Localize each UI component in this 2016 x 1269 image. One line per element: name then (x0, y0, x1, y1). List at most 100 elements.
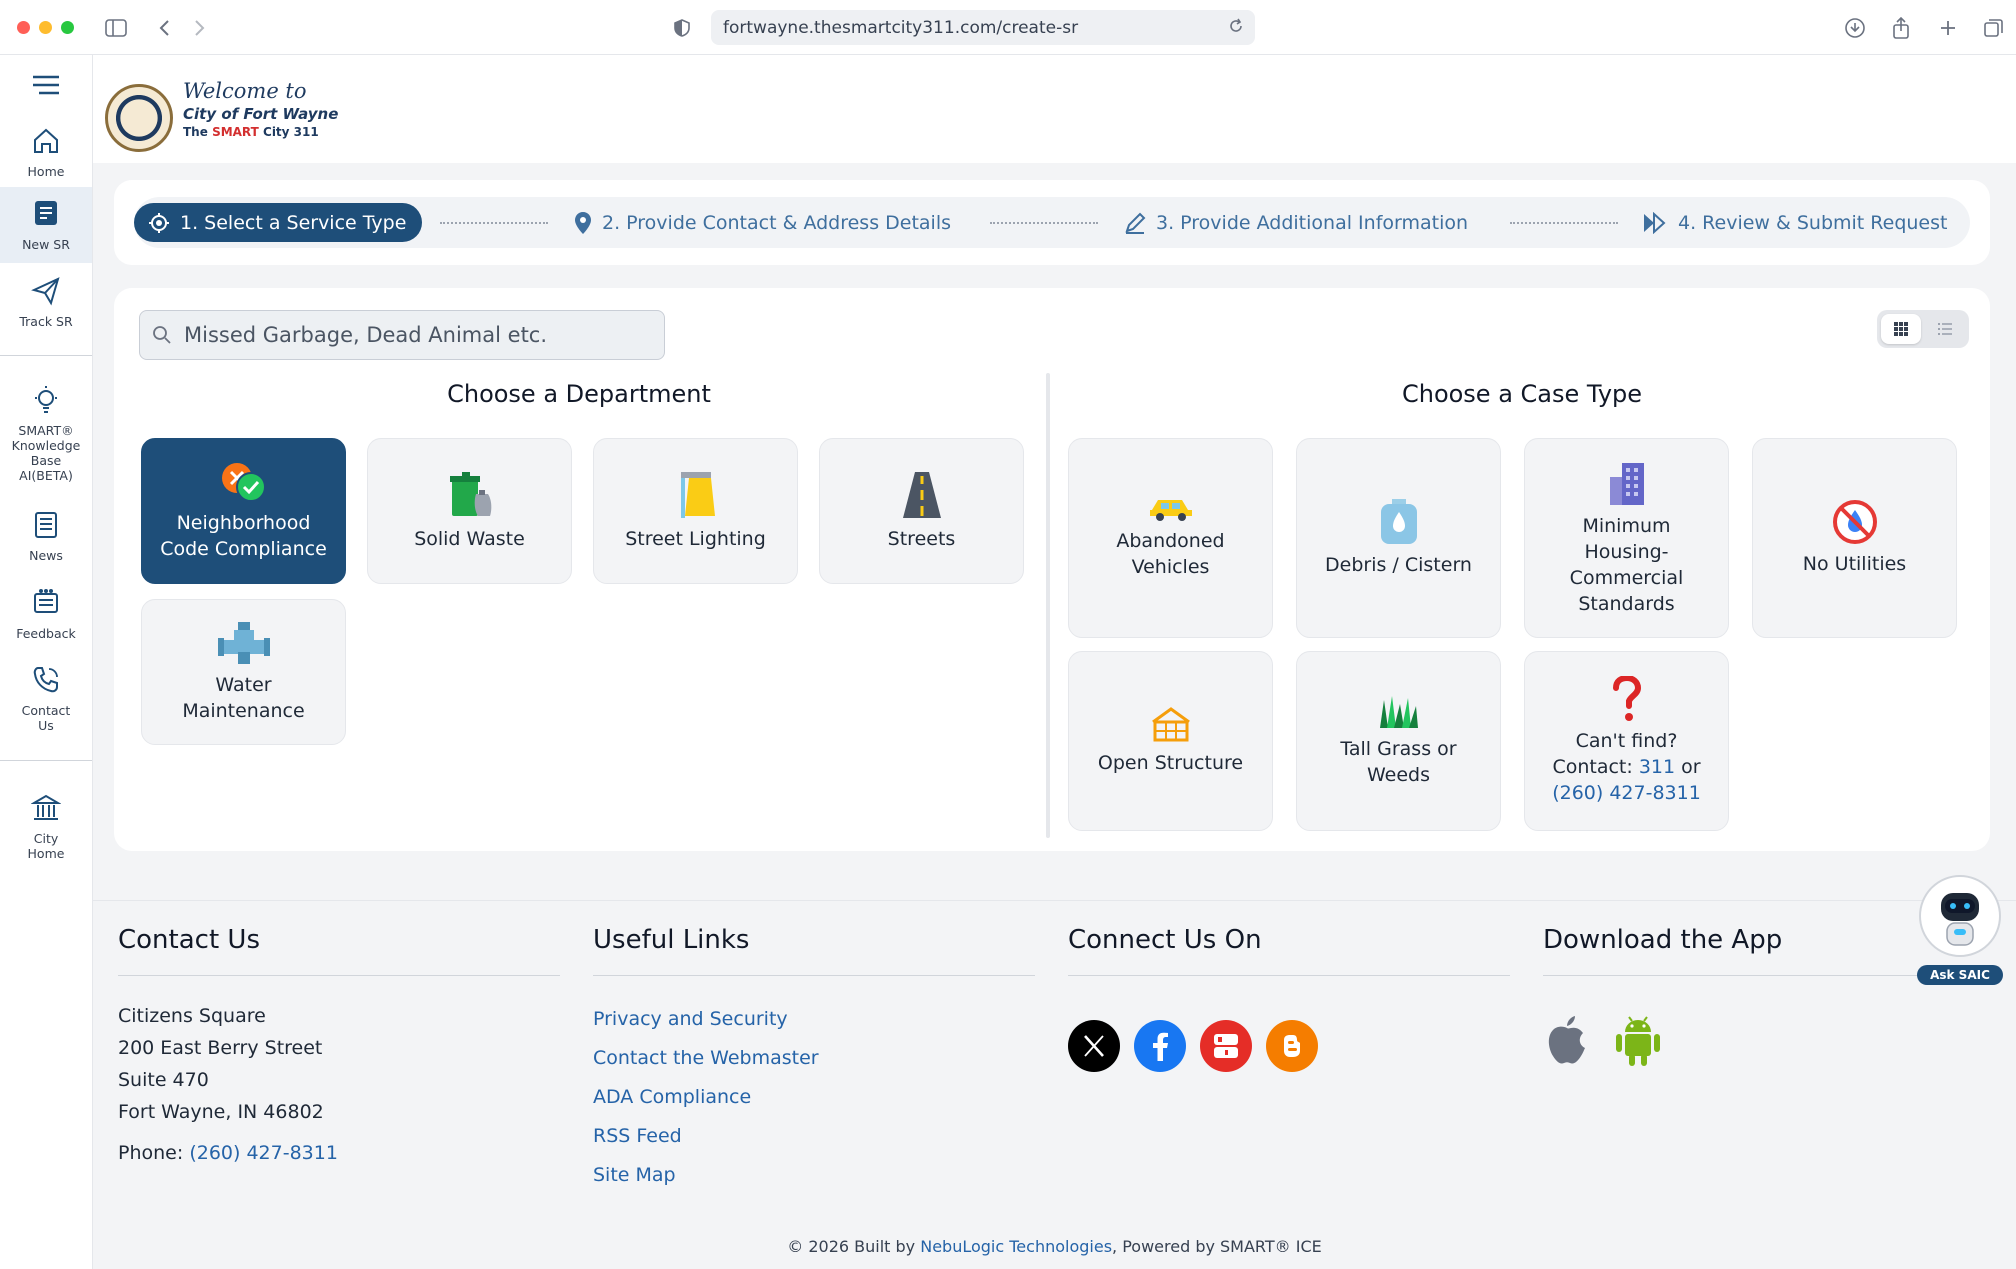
case-tile-cant-find[interactable]: Can't find? Contact: 311 or (260) 427-83… (1524, 651, 1729, 831)
nav-news[interactable]: News (0, 510, 92, 578)
service-search-input[interactable]: Missed Garbage, Dead Animal etc. (139, 310, 665, 360)
dept-label: Code Compliance (160, 538, 327, 560)
dept-label: Streets (887, 528, 956, 550)
nav-track-sr[interactable]: Track SR (0, 267, 92, 337)
trash-bin-icon (446, 470, 494, 520)
hamburger-menu-icon[interactable] (0, 65, 92, 105)
case-type-section-title: Choose a Case Type (1401, 380, 1643, 408)
nebulogic-link[interactable]: NebuLogic Technologies (920, 1237, 1112, 1256)
nav-home-label: Home (27, 163, 65, 179)
address-bar[interactable]: fortwayne.thesmartcity311.com/create-sr (711, 10, 1255, 45)
zoom-window-button[interactable] (61, 21, 74, 34)
cant-find-phone-link[interactable]: (260) 427-8311 (1552, 780, 1701, 806)
step-select-service-type[interactable]: 1. Select a Service Type (134, 203, 423, 242)
minimize-window-button[interactable] (39, 21, 52, 34)
back-icon[interactable] (150, 14, 178, 42)
step-contact-address[interactable]: 2. Provide Contact & Address Details (574, 203, 951, 242)
footer-link-sitemap[interactable]: Site Map (593, 1156, 1035, 1195)
android-app-icon[interactable] (1613, 1012, 1663, 1072)
ask-saic-label: Ask SAIC (1917, 965, 2003, 985)
case-label: Commercial (1569, 567, 1684, 589)
feedback-icon (31, 588, 61, 622)
new-tab-icon[interactable] (1934, 14, 1962, 42)
nav-city-home[interactable]: City Home (0, 793, 92, 875)
blogger-icon[interactable] (1266, 1020, 1318, 1072)
tab-overview-icon[interactable] (1980, 14, 2008, 42)
case-tile-tall-grass-weeds[interactable]: Tall Grass or Weeds (1296, 651, 1501, 831)
case-tile-open-structure[interactable]: Open Structure (1068, 651, 1273, 831)
sidebar-toggle-icon[interactable] (102, 14, 130, 42)
case-label: Abandoned (1116, 530, 1225, 552)
nav-track-sr-label: Track SR (19, 313, 73, 329)
contact-311-link[interactable]: 311 (1639, 756, 1675, 778)
footer-link-ada[interactable]: ADA Compliance (593, 1078, 1035, 1117)
ask-saic-assistant[interactable]: Ask SAIC (1917, 875, 2003, 985)
reload-icon[interactable] (1227, 17, 1245, 40)
youtube-icon[interactable] (1200, 1020, 1252, 1072)
nav-contact-us-label: Contact Us (21, 703, 71, 733)
dept-tile-street-lighting[interactable]: Street Lighting (593, 438, 798, 584)
phone-icon (31, 665, 61, 699)
nav-knowledge-base-label: SMART® Knowledge Base AI(BETA) (11, 423, 81, 483)
downloads-icon[interactable] (1841, 14, 1869, 42)
search-placeholder: Missed Garbage, Dead Animal etc. (184, 323, 548, 347)
dept-tile-streets[interactable]: Streets (819, 438, 1024, 584)
case-label: Housing- (1584, 541, 1669, 563)
lightbulb-icon (31, 385, 61, 419)
footer-link-webmaster[interactable]: Contact the Webmaster (593, 1039, 1035, 1078)
wizard-stepper: 1. Select a Service Type 2. Provide Cont… (134, 197, 1970, 248)
street-light-icon (675, 470, 717, 520)
list-view-icon[interactable] (1925, 314, 1965, 344)
wizard-stepper-card: 1. Select a Service Type 2. Provide Cont… (114, 180, 1990, 265)
facebook-icon[interactable] (1134, 1020, 1186, 1072)
case-label: Vehicles (1131, 556, 1210, 578)
footer-address: Citizens Square 200 East Berry Street Su… (118, 1005, 324, 1123)
city-seal-logo[interactable] (105, 84, 173, 152)
case-label: Tall Grass or (1340, 738, 1457, 760)
footer-connect-column: Connect Us On (1068, 925, 1510, 1072)
nav-contact-us[interactable]: Contact Us (0, 665, 92, 747)
no-water-icon (1832, 499, 1878, 545)
nav-knowledge-base[interactable]: SMART® Knowledge Base AI(BETA) (0, 385, 92, 495)
case-tile-minimum-housing-standards[interactable]: Minimum Housing- Commercial Standards (1524, 438, 1729, 638)
case-label: Minimum (1582, 515, 1671, 537)
footer-link-rss[interactable]: RSS Feed (593, 1117, 1035, 1156)
dept-tile-water-maintenance[interactable]: Water Maintenance (141, 599, 346, 745)
step-review-submit[interactable]: 4. Review & Submit Request (1642, 203, 1947, 242)
dept-tile-solid-waste[interactable]: Solid Waste (367, 438, 572, 584)
privacy-shield-icon[interactable] (668, 14, 696, 42)
case-tile-debris-cistern[interactable]: Debris / Cistern (1296, 438, 1501, 638)
dept-tile-neighborhood-code-compliance[interactable]: Neighborhood Code Compliance (141, 438, 346, 584)
cant-find-label: Can't find? (1575, 730, 1678, 752)
robot-assistant-icon (1919, 875, 2001, 957)
share-icon[interactable] (1887, 14, 1915, 42)
step-additional-info[interactable]: 3. Provide Additional Information (1124, 203, 1468, 242)
step-3-label: 3. Provide Additional Information (1156, 211, 1469, 234)
case-label: No Utilities (1802, 553, 1907, 575)
column-divider (1046, 373, 1050, 838)
case-label: Open Structure (1097, 752, 1244, 774)
nav-new-sr[interactable]: New SR (0, 187, 92, 263)
case-tile-no-utilities[interactable]: No Utilities (1752, 438, 1957, 638)
department-section-title: Choose a Department (447, 380, 711, 408)
case-label: Debris / Cistern (1325, 554, 1472, 576)
nav-feedback[interactable]: Feedback (0, 588, 92, 656)
step-1-label: 1. Select a Service Type (180, 211, 407, 234)
footer-phone-link[interactable]: (260) 427-8311 (189, 1142, 338, 1164)
apple-app-store-icon[interactable] (1543, 1012, 1591, 1072)
close-window-button[interactable] (17, 21, 30, 34)
x-twitter-icon[interactable] (1068, 1020, 1120, 1072)
grid-view-icon[interactable] (1881, 314, 1921, 344)
search-icon (152, 325, 172, 345)
buildings-icon (1606, 459, 1648, 507)
dept-label: Street Lighting (625, 528, 766, 550)
site-footer: Contact Us Citizens Square 200 East Berr… (93, 900, 2016, 1269)
nav-home[interactable]: Home (0, 117, 92, 187)
dept-label: Solid Waste (414, 528, 525, 550)
footer-link-privacy[interactable]: Privacy and Security (593, 1000, 1035, 1039)
case-tile-abandoned-vehicles[interactable]: Abandoned Vehicles (1068, 438, 1273, 638)
dept-label: Water (215, 674, 272, 696)
footer-copyright: © 2026 Built by NebuLogic Technologies, … (787, 1237, 1322, 1256)
forward-icon[interactable] (186, 14, 214, 42)
nav-city-home-label: City Home (27, 831, 65, 861)
